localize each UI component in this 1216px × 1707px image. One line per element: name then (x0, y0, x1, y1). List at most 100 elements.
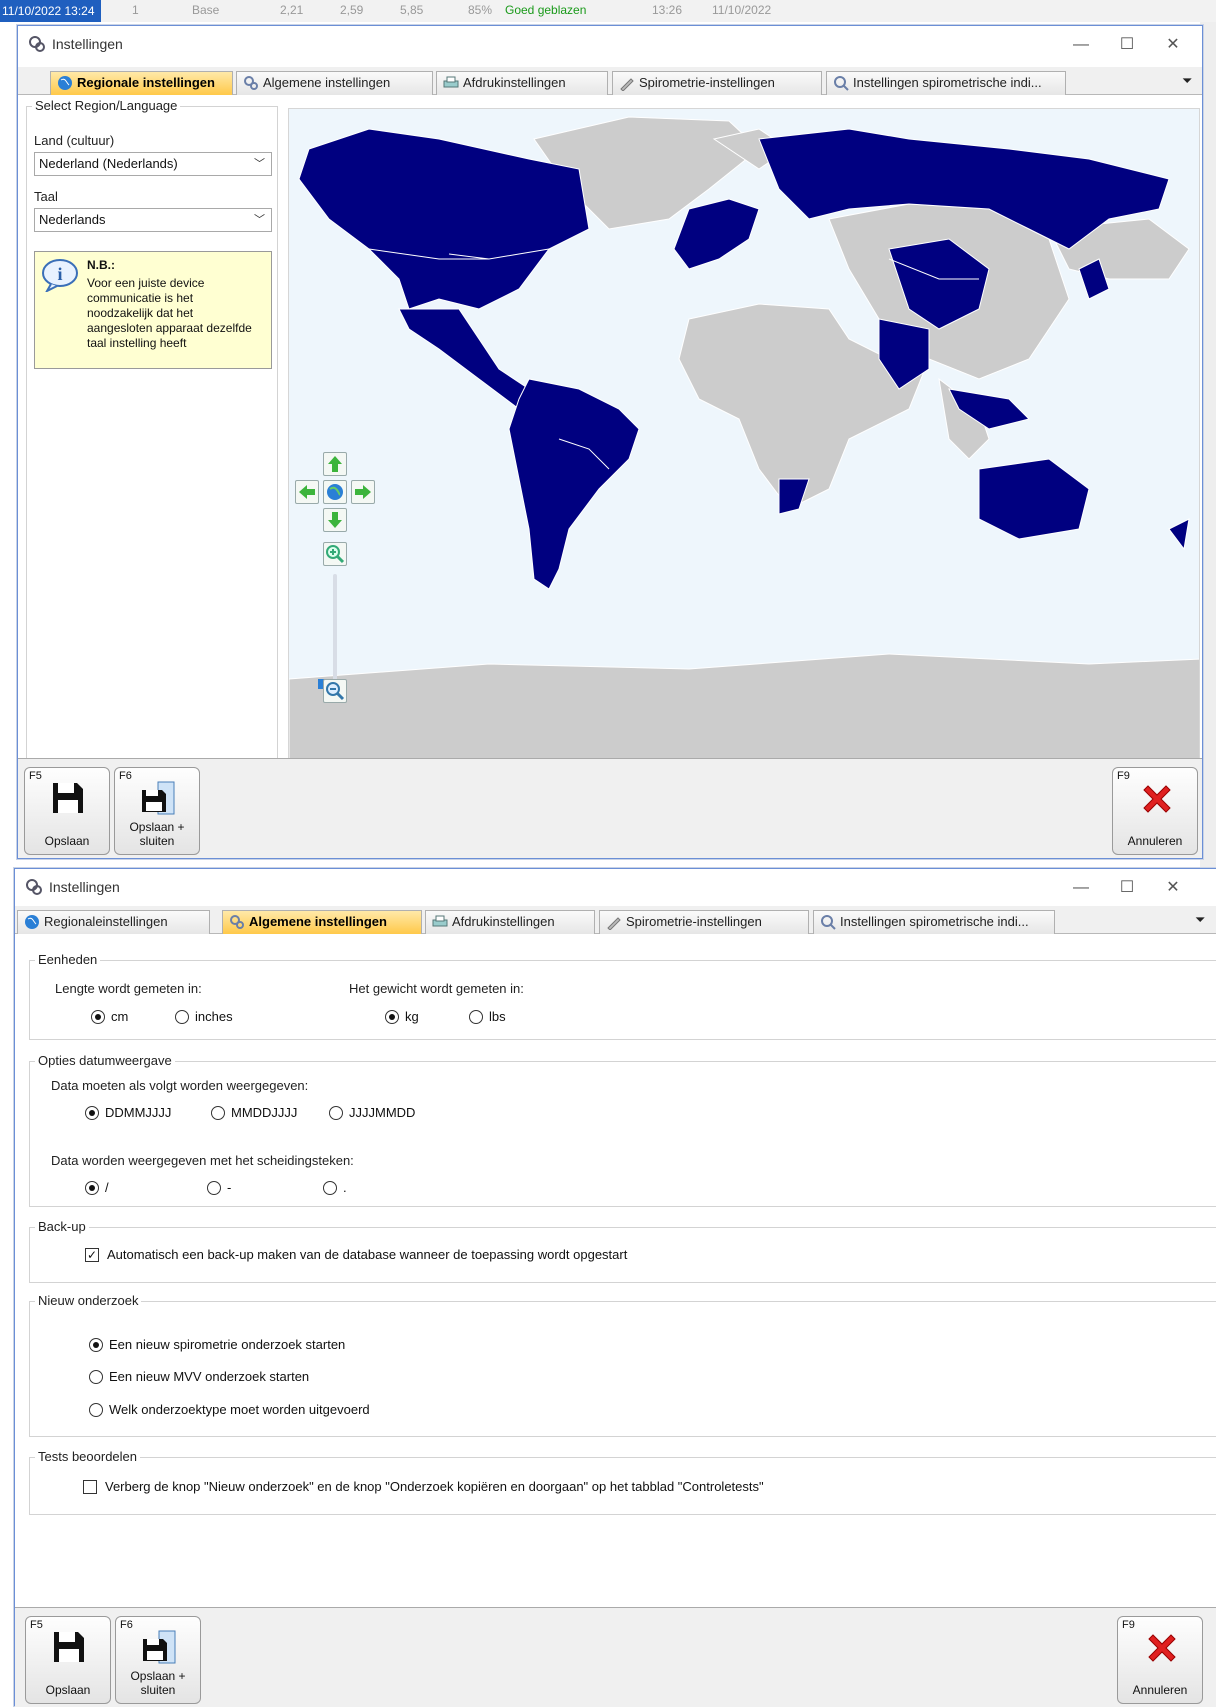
spirometer-icon (607, 917, 621, 930)
backup-legend: Back-up (35, 1219, 89, 1234)
floppy-disk-icon (54, 1632, 84, 1662)
globe-icon (25, 915, 39, 929)
tab-regional-settings[interactable]: Regionale instellingen (50, 71, 233, 95)
tab-spirometry-settings[interactable]: Spirometrie-instellingen (599, 910, 809, 934)
maximize-button[interactable]: ☐ (1104, 30, 1150, 60)
date-format-mmddjjjj-radio[interactable]: MMDDJJJJ (211, 1105, 297, 1121)
date-format-ddmmjjjj-radio[interactable]: DDMMJJJJ (85, 1105, 171, 1121)
length-inches-radio[interactable]: inches (175, 1009, 233, 1025)
tab-label: Regionale instellingen (77, 75, 215, 90)
tab-spirometric-indications[interactable]: Instellingen spirometrische indi... (826, 71, 1066, 95)
reset-view-button[interactable] (323, 480, 347, 504)
tab-general-settings[interactable]: Algemene instellingen (236, 71, 433, 95)
separator-dash-radio[interactable]: - (207, 1180, 231, 1196)
pan-right-button[interactable] (351, 480, 375, 504)
separator-slash-radio[interactable]: / (85, 1180, 109, 1196)
minimize-button[interactable]: — (1058, 30, 1104, 60)
radio-circle (85, 1106, 99, 1120)
shortcut-key-label: F5 (30, 1619, 43, 1631)
tab-overflow-menu-icon[interactable]: ⏷ (1195, 912, 1209, 927)
new-mvv-exam-radio[interactable]: Een nieuw MVV onderzoek starten (89, 1369, 309, 1385)
pan-left-button[interactable] (295, 480, 319, 504)
tab-label: Instellingen spirometrische indi... (840, 914, 1029, 929)
minimize-button[interactable]: — (1058, 873, 1104, 903)
language-select[interactable]: Nederlands ﹀ (34, 208, 272, 232)
save-button[interactable]: F5 Opslaan (24, 767, 110, 855)
arrow-left-icon (299, 485, 315, 499)
pan-up-button[interactable] (323, 452, 347, 476)
cancel-button[interactable]: F9 Annuleren (1112, 767, 1198, 855)
radio-circle (211, 1106, 225, 1120)
new-spirometry-exam-radio[interactable]: Een nieuw spirometrie onderzoek starten (89, 1337, 345, 1353)
radio-label: DDMMJJJJ (105, 1105, 172, 1120)
radio-circle (323, 1181, 337, 1195)
auto-backup-checkbox[interactable]: ✓ Automatisch een back-up maken van de da… (85, 1247, 627, 1263)
zoom-slider-track[interactable] (333, 574, 337, 694)
settings-window-regional: Instellingen — ☐ ✕ Regionale instellinge… (17, 25, 1203, 859)
date-format-jjjjmmdd-radio[interactable]: JJJJMMDD (329, 1105, 415, 1121)
cancel-button[interactable]: F9 Annuleren (1117, 1616, 1203, 1704)
language-label: Taal (34, 189, 58, 204)
note-title: N.B.: (87, 258, 115, 272)
weight-lbs-radio[interactable]: lbs (469, 1009, 506, 1025)
printer-icon (432, 915, 448, 927)
save-close-button[interactable]: F6 Opslaan + sluiten (114, 767, 200, 855)
radio-label: - (227, 1180, 232, 1195)
background-cell: 1 (132, 3, 139, 17)
tab-overflow-menu-icon[interactable]: ⏷ (1182, 73, 1196, 88)
radio-label: cm (111, 1009, 129, 1024)
pan-down-button[interactable] (323, 508, 347, 532)
maximize-button[interactable]: ☐ (1104, 873, 1150, 903)
separator-dot-radio[interactable]: . (323, 1180, 347, 1196)
save-button[interactable]: F5 Opslaan (25, 1616, 111, 1704)
svg-text:i: i (57, 264, 62, 284)
title-bar: Instellingen — ☐ ✕ (18, 26, 1202, 64)
tab-spirometric-indications[interactable]: Instellingen spirometrische indi... (813, 910, 1055, 934)
close-button[interactable]: ✕ (1150, 873, 1196, 903)
spirometer-icon (620, 78, 634, 91)
weight-kg-radio[interactable]: kg (385, 1009, 419, 1025)
shortcut-key-label: F5 (29, 770, 42, 782)
checkbox-label: Verberg de knop "Nieuw onderzoek" en de … (105, 1479, 764, 1494)
tests-review-legend: Tests beoordelen (35, 1449, 141, 1464)
radio-circle (89, 1370, 103, 1384)
ask-exam-type-radio[interactable]: Welk onderzoektype moet worden uitgevoer… (89, 1402, 370, 1418)
radio-circle (91, 1010, 105, 1024)
background-cell: Base (192, 3, 220, 17)
length-cm-radio[interactable]: cm (91, 1009, 128, 1025)
indication-icon (834, 76, 849, 91)
country-select-value: Nederland (Nederlands) (39, 156, 178, 171)
tab-spirometry-settings[interactable]: Spirometrie-instellingen (612, 71, 822, 95)
window-title: Instellingen (52, 36, 123, 52)
save-close-label-line1: Opslaan + (129, 820, 185, 834)
radio-circle (89, 1338, 103, 1352)
close-button[interactable]: ✕ (1150, 30, 1196, 60)
radio-label: inches (195, 1009, 233, 1024)
date-separator-label: Data worden weergegeven met het scheidin… (51, 1153, 354, 1168)
world-map[interactable] (288, 108, 1200, 770)
settings-app-icon (29, 36, 45, 52)
radio-label: / (105, 1180, 109, 1195)
hide-buttons-checkbox[interactable]: Verberg de knop "Nieuw onderzoek" en de … (83, 1479, 764, 1495)
tab-general-settings[interactable]: Algemene instellingen (222, 910, 422, 934)
background-cell: 85% (468, 3, 493, 17)
country-select[interactable]: Nederland (Nederlands) ﹀ (34, 152, 272, 176)
tab-print-settings[interactable]: Afdrukinstellingen (436, 71, 608, 95)
save-close-label-line1: Opslaan + (130, 1669, 186, 1683)
zoom-out-button[interactable] (323, 679, 347, 703)
tab-print-settings[interactable]: Afdrukinstellingen (425, 910, 595, 934)
zoom-in-button[interactable] (323, 542, 347, 566)
radio-circle (175, 1010, 189, 1024)
radio-circle (469, 1010, 483, 1024)
tab-label: Algemene instellingen (263, 75, 391, 90)
save-close-button[interactable]: F6 Opslaan + sluiten (115, 1616, 201, 1704)
units-group (29, 960, 1216, 1040)
save-exit-icon (143, 1630, 176, 1664)
tab-regional-settings[interactable]: Regionaleinstellingen (17, 910, 210, 934)
checkbox-box: ✓ (85, 1248, 99, 1262)
settings-icon (230, 915, 244, 929)
window-footer: F5 Opslaan F6 Opslaan + sluiten F9 Annule… (15, 1607, 1216, 1707)
radio-circle (89, 1403, 103, 1417)
save-button-label: Opslaan (44, 834, 90, 848)
language-select-value: Nederlands (39, 212, 106, 227)
